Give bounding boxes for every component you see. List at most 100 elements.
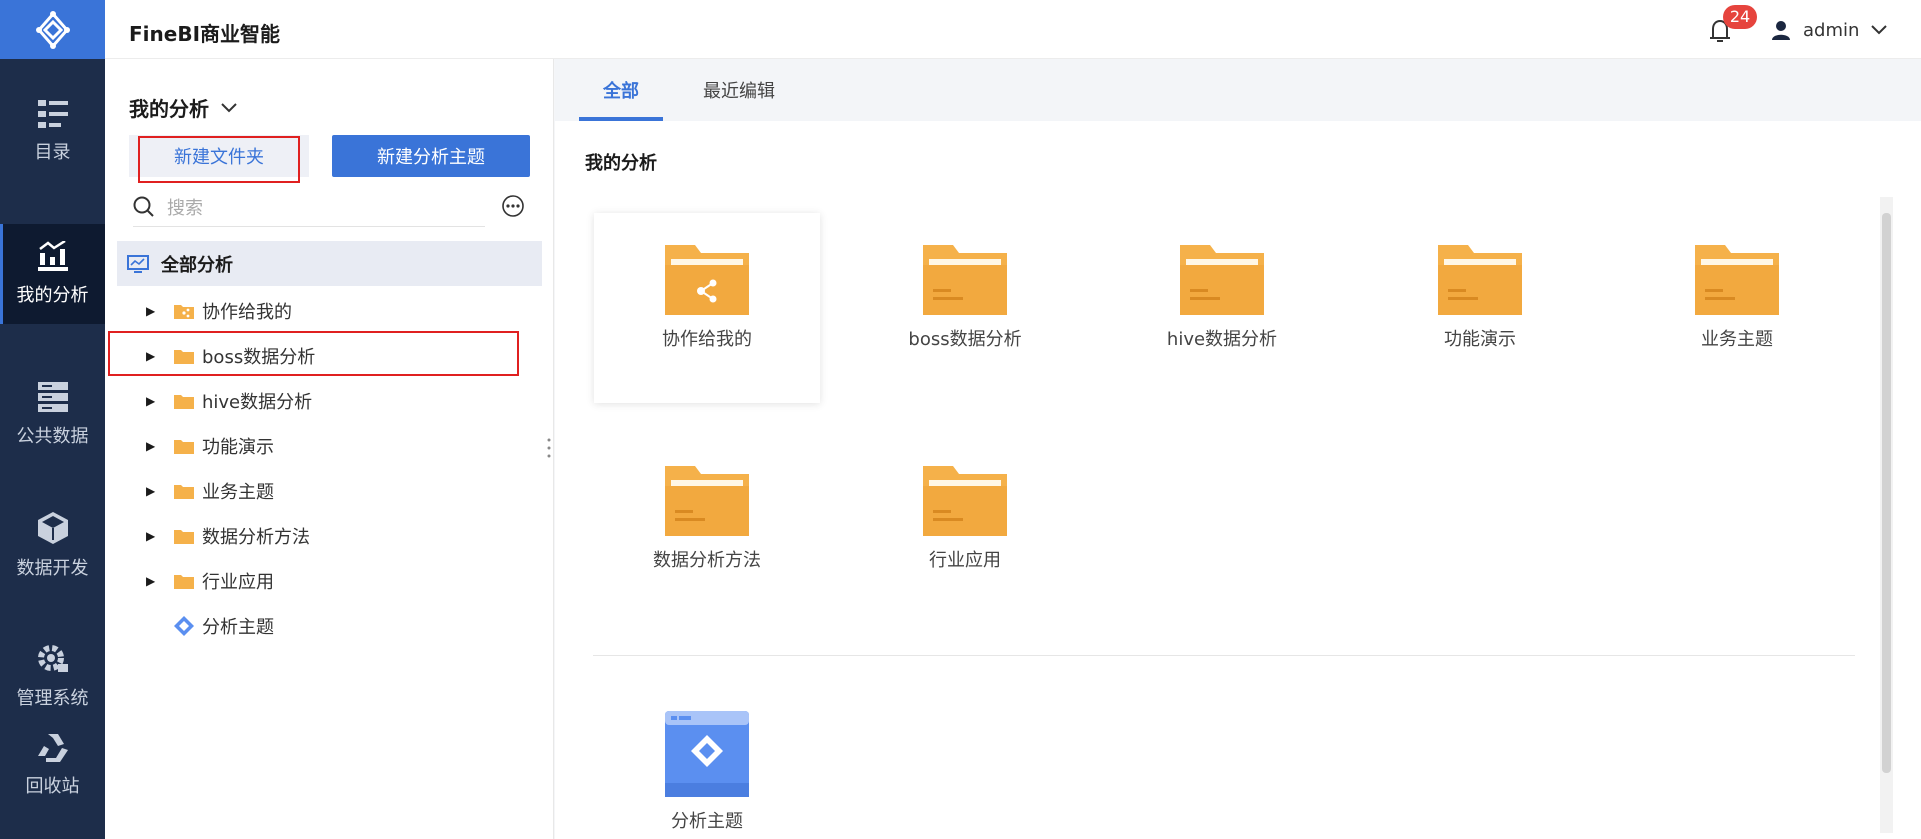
folder-icon — [1180, 245, 1264, 315]
chevron-down-icon — [1871, 25, 1888, 35]
analysis-tree-panel: 我的分析 新建文件夹 新建分析主题 搜索 全部分析 ▶ 协作给我的 ▶ boss… — [105, 59, 559, 839]
nav-label: 管理系统 — [16, 688, 89, 709]
folder-icon — [1438, 245, 1522, 315]
my-analysis-icon — [37, 241, 68, 271]
nav-label: 目录 — [34, 142, 71, 163]
top-header: FineBI商业智能 24 admin — [105, 0, 1921, 59]
recycle-icon — [37, 734, 68, 762]
new-analysis-subject-button[interactable]: 新建分析主题 — [332, 135, 530, 177]
chevron-down-icon — [221, 102, 237, 112]
highlight-box — [138, 136, 300, 183]
tree-item-label: 数据分析方法 — [202, 526, 310, 548]
folder-card-business[interactable]: 业务主题 — [1624, 213, 1850, 403]
tree-item-label: 行业应用 — [202, 571, 274, 593]
folder-label: hive数据分析 — [1166, 329, 1278, 350]
folder-icon — [923, 245, 1007, 315]
nav-label: 回收站 — [25, 776, 80, 797]
public-data-icon — [37, 382, 68, 412]
tree-item-demo[interactable]: ▶ 功能演示 — [146, 423, 536, 468]
tree-item-label: 功能演示 — [202, 436, 274, 458]
folder-card-shared[interactable]: 协作给我的 — [594, 213, 820, 403]
app-title: FineBI商业智能 — [129, 22, 281, 46]
nav-label: 我的分析 — [16, 285, 89, 306]
tree-item-business[interactable]: ▶ 业务主题 — [146, 468, 536, 513]
username: admin — [1803, 19, 1860, 41]
tree-item-label: 协作给我的 — [202, 301, 292, 323]
scrollbar-thumb[interactable] — [1882, 213, 1891, 773]
tree-root-label: 全部分析 — [161, 254, 233, 276]
tab-bar: 全部 最近编辑 — [555, 59, 1921, 121]
monitor-icon — [127, 254, 149, 273]
search-icon — [133, 196, 154, 217]
folder-icon — [923, 466, 1007, 536]
tree-item-label: hive数据分析 — [202, 391, 313, 413]
subject-card[interactable]: 分析主题 — [594, 685, 820, 839]
nav-public-data[interactable]: 公共数据 — [0, 365, 105, 465]
shared-folder-icon — [665, 245, 749, 315]
expand-arrow-icon[interactable]: ▶ — [146, 484, 162, 498]
app-logo[interactable] — [0, 0, 105, 59]
folder-icon — [665, 466, 749, 536]
folder-label: 协作给我的 — [662, 329, 752, 350]
content-panel: 全部 最近编辑 我的分析 协作给我的 boss数据分析 hive数据分析 功能演… — [555, 59, 1921, 839]
nav-recycle-bin[interactable]: 回收站 — [0, 716, 105, 816]
folder-label: 业务主题 — [1701, 329, 1773, 350]
folder-label: 行业应用 — [929, 550, 1001, 571]
panel-title-dropdown[interactable]: 我的分析 — [129, 93, 237, 122]
left-nav: 目录 我的分析 公共数据 数据开发 管理系统 回收站 — [0, 0, 105, 839]
tab-recent[interactable]: 最近编辑 — [687, 59, 791, 121]
folder-icon — [174, 439, 194, 454]
nav-data-dev[interactable]: 数据开发 — [0, 496, 105, 596]
folder-label: boss数据分析 — [908, 329, 1022, 350]
folder-card-boss[interactable]: boss数据分析 — [852, 213, 1078, 403]
tree-item-hive[interactable]: ▶ hive数据分析 — [146, 378, 536, 423]
tree-item-subject[interactable]: 分析主题 — [146, 603, 536, 648]
tree-item-methods[interactable]: ▶ 数据分析方法 — [146, 513, 536, 558]
gear-icon — [37, 645, 68, 672]
shared-folder-icon — [174, 304, 194, 319]
folder-icon — [174, 574, 194, 589]
nav-catalog[interactable]: 目录 — [0, 82, 105, 182]
tree-item-industry[interactable]: ▶ 行业应用 — [146, 558, 536, 603]
panel-title: 我的分析 — [129, 97, 209, 121]
expand-arrow-icon[interactable]: ▶ — [146, 439, 162, 453]
search-input[interactable]: 搜索 — [167, 194, 203, 220]
tree-item-shared[interactable]: ▶ 协作给我的 — [146, 288, 536, 333]
folder-card-hive[interactable]: hive数据分析 — [1109, 213, 1335, 403]
user-menu[interactable]: admin — [1771, 14, 1888, 46]
section-divider — [593, 655, 1855, 656]
nav-label: 数据开发 — [16, 558, 89, 579]
section-title: 我的分析 — [585, 153, 657, 174]
folder-icon — [174, 529, 194, 544]
app-window: 目录 我的分析 公共数据 数据开发 管理系统 回收站 FineBI商业智能 24… — [0, 0, 1921, 839]
analysis-subject-icon — [665, 711, 749, 797]
finebi-logo-icon — [35, 10, 70, 49]
subject-label: 分析主题 — [671, 811, 743, 832]
tree-item-label: 业务主题 — [202, 481, 274, 503]
expand-arrow-icon[interactable]: ▶ — [146, 574, 162, 588]
tree-root-all-analysis[interactable]: 全部分析 — [117, 241, 542, 286]
expand-arrow-icon[interactable]: ▶ — [146, 304, 162, 318]
catalog-icon — [37, 100, 68, 128]
tab-all[interactable]: 全部 — [579, 59, 663, 121]
expand-arrow-icon[interactable]: ▶ — [146, 394, 162, 408]
folder-label: 功能演示 — [1444, 329, 1516, 350]
expand-arrow-icon[interactable]: ▶ — [146, 529, 162, 543]
analysis-subject-icon — [174, 615, 194, 636]
nav-my-analysis[interactable]: 我的分析 — [0, 224, 105, 324]
highlight-box — [108, 331, 519, 376]
nav-admin[interactable]: 管理系统 — [0, 627, 105, 727]
notification-badge: 24 — [1723, 5, 1757, 29]
more-options-icon[interactable] — [501, 194, 525, 218]
folder-card-methods[interactable]: 数据分析方法 — [594, 434, 820, 624]
data-dev-icon — [37, 512, 68, 544]
nav-label: 公共数据 — [16, 426, 89, 447]
folder-icon — [174, 484, 194, 499]
tree-item-label: 分析主题 — [202, 616, 274, 638]
folder-card-industry[interactable]: 行业应用 — [852, 434, 1078, 624]
user-icon — [1772, 21, 1790, 40]
folder-icon — [174, 394, 194, 409]
search-box[interactable]: 搜索 — [133, 187, 485, 227]
folder-label: 数据分析方法 — [653, 550, 761, 571]
folder-card-demo[interactable]: 功能演示 — [1367, 213, 1593, 403]
